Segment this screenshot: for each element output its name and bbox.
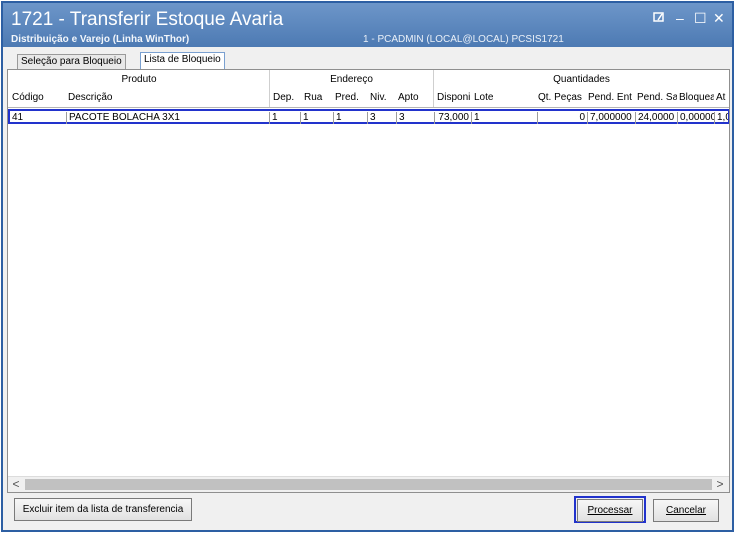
header-divider [269,70,270,108]
restore-icon-glyph [653,12,664,22]
cell-disponivel: 73,000 [434,112,471,124]
tab-bar: Seleção para Bloqueio Lista de Bloqueio [9,52,729,69]
remove-item-button[interactable]: Excluir item da lista de transferencia [14,498,192,521]
restore-icon[interactable] [653,11,665,25]
cell-atual: 1,0 [714,112,728,124]
scroll-left-icon[interactable]: < [9,478,23,491]
col-header-niv[interactable]: Niv. [368,90,394,106]
system-info: 1 - PCADMIN (LOCAL@LOCAL) PCSIS1721 [363,34,564,45]
cell-codigo: 41 [12,112,24,123]
group-header-quantidades: Quantidades [553,74,610,85]
cell-apto: 3 [396,112,434,124]
window-subtitle: Distribuição e Varejo (Linha WinThor) [11,34,190,45]
col-header-lote[interactable]: Lote [472,90,536,106]
group-header-produto: Produto [121,74,157,85]
col-header-pend-sa[interactable]: Pend. Sa [635,90,677,106]
process-button[interactable]: Processar [577,499,643,522]
tab-selecao-bloqueio[interactable]: Seleção para Bloqueio [17,54,126,69]
tab-lista-bloqueio[interactable]: Lista de Bloqueio [140,52,225,69]
col-header-qt-pecas[interactable]: Qt. Peças [536,90,586,106]
window-title: 1721 - Transferir Estoque Avaria [11,9,284,30]
header-separator [8,107,729,108]
cell-qt-pecas: 0 [537,112,587,124]
horizontal-scrollbar[interactable]: < > [8,476,729,492]
col-header-pend-ent[interactable]: Pend. Ent [586,90,635,106]
scrollbar-thumb[interactable] [25,479,712,490]
cell-lote: 1 [471,112,537,124]
minimize-icon[interactable]: – [676,11,684,25]
title-bar[interactable]: 1721 - Transferir Estoque Avaria Distrib… [3,3,732,47]
main-window: 1721 - Transferir Estoque Avaria Distrib… [1,1,734,532]
group-header-endereco: Endereço [330,74,373,85]
col-header-pred[interactable]: Pred. [333,90,367,106]
col-header-apto[interactable]: Apto [396,90,434,106]
cell-pend-sa: 24,0000 [635,112,677,124]
cell-dep: 1 [269,112,300,124]
col-header-disponivel[interactable]: Disponi [435,90,471,106]
maximize-icon[interactable]: ☐ [694,11,707,25]
col-header-codigo[interactable]: Código [10,90,65,106]
close-icon[interactable]: ✕ [713,11,725,25]
cell-pred: 1 [333,112,367,124]
col-header-dep[interactable]: Dep. [271,90,301,106]
cell-pend-ent: 7,000000 [587,112,635,124]
cell-niv: 3 [367,112,396,124]
scroll-right-icon[interactable]: > [713,478,727,491]
cell-bloqueado: 0,00000 [677,112,714,124]
col-header-atual[interactable]: At [714,90,729,106]
cell-descricao: PACOTE BOLACHA 3X1 [66,112,268,124]
table-row[interactable]: 41 PACOTE BOLACHA 3X1 1 1 1 3 3 73,000 1… [8,109,729,124]
col-header-rua[interactable]: Rua [302,90,332,106]
cancel-button[interactable]: Cancelar [653,499,719,522]
col-header-bloqueado[interactable]: Bloquea [677,90,714,106]
cell-rua: 1 [300,112,331,124]
col-header-descricao[interactable]: Descrição [66,90,268,106]
blocking-list-grid[interactable]: Produto Endereço Quantidades Código Desc… [7,69,730,493]
